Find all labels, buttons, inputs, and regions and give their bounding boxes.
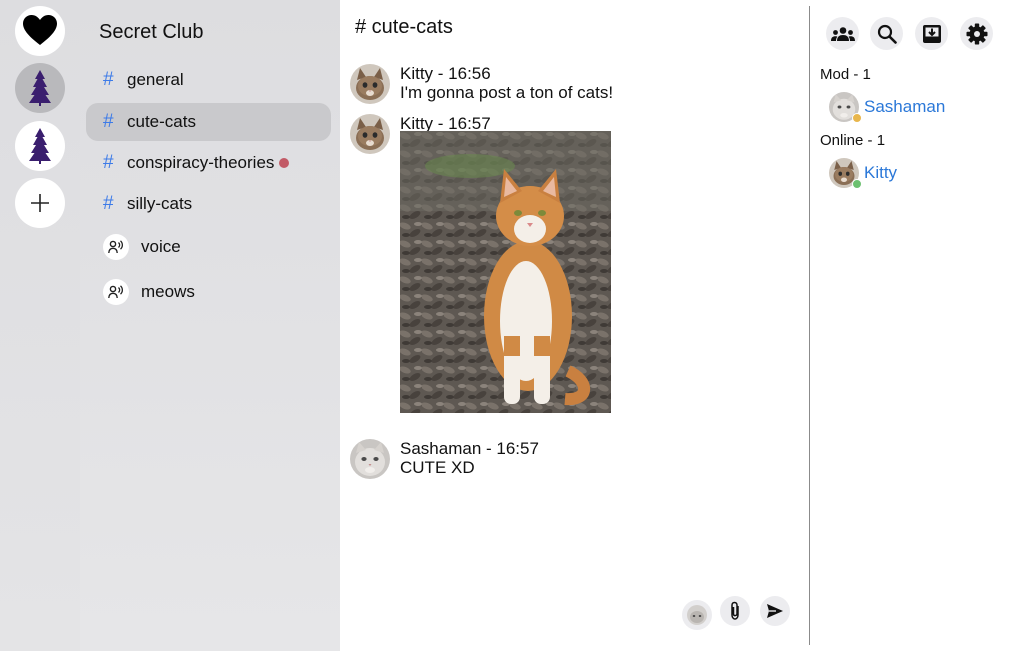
channel-cute-cats[interactable]: # cute-cats bbox=[86, 103, 331, 141]
voice-channel-icon bbox=[103, 279, 129, 305]
inbox-button[interactable] bbox=[915, 17, 948, 50]
cat-photo[interactable] bbox=[400, 131, 611, 413]
avatar[interactable] bbox=[350, 439, 390, 479]
avatar bbox=[829, 92, 862, 123]
hash-icon: # bbox=[103, 193, 114, 214]
member-name: Sashaman bbox=[864, 97, 946, 116]
channel-label: meows bbox=[141, 282, 195, 301]
hash-icon: # bbox=[103, 111, 114, 132]
message-header: Kitty - 16:56 bbox=[400, 64, 491, 83]
pine-tree-icon bbox=[29, 70, 51, 106]
send-button[interactable] bbox=[760, 596, 790, 626]
voice-channel-icon bbox=[103, 234, 129, 260]
members-button[interactable] bbox=[826, 17, 859, 50]
settings-button[interactable] bbox=[960, 17, 993, 50]
status-indicator bbox=[852, 179, 862, 189]
search-icon bbox=[877, 24, 897, 44]
attach-button[interactable] bbox=[720, 596, 750, 626]
message-text: CUTE XD bbox=[400, 458, 475, 477]
member-group-label: Mod - 1 bbox=[820, 66, 871, 83]
paperclip-icon bbox=[731, 601, 739, 620]
heart-icon bbox=[23, 15, 57, 45]
server-tree-2[interactable] bbox=[15, 121, 65, 171]
channel-silly-cats[interactable]: # silly-cats bbox=[86, 185, 331, 223]
member-kitty[interactable]: Kitty bbox=[829, 158, 1009, 189]
avatar-icon bbox=[687, 605, 707, 625]
channel-label: cute-cats bbox=[127, 112, 196, 131]
avatar[interactable] bbox=[350, 114, 390, 154]
channel-sidebar: Secret Club # general # cute-cats # cons… bbox=[80, 0, 340, 651]
chat-area: # cute-cats Kitty - 16:56 I'm gonna post… bbox=[340, 0, 809, 651]
message-header: Sashaman - 16:57 bbox=[400, 439, 539, 458]
gear-icon bbox=[966, 23, 987, 44]
avatar-picker-button[interactable] bbox=[682, 600, 712, 630]
channel-conspiracy-theories[interactable]: # conspiracy-theories bbox=[86, 144, 331, 182]
status-indicator bbox=[852, 113, 862, 123]
pine-tree-icon bbox=[29, 128, 51, 164]
message-text: I'm gonna post a ton of cats! bbox=[400, 83, 614, 102]
members-icon bbox=[830, 26, 855, 41]
unread-dot bbox=[279, 158, 290, 168]
channel-voice[interactable]: voice bbox=[86, 228, 331, 266]
search-button[interactable] bbox=[870, 17, 903, 50]
server-tree-1[interactable] bbox=[15, 63, 65, 113]
member-sashaman[interactable]: Sashaman bbox=[829, 92, 1009, 123]
server-name: Secret Club bbox=[99, 21, 204, 43]
channel-label: voice bbox=[141, 237, 181, 256]
plus-icon bbox=[31, 194, 49, 212]
hash-icon: # bbox=[103, 152, 114, 173]
member-group-label: Online - 1 bbox=[820, 132, 886, 149]
member-list: Mod - 1 Sashaman Online - 1 Kitty bbox=[810, 0, 1015, 651]
inbox-icon bbox=[922, 24, 941, 43]
channel-general[interactable]: # general bbox=[86, 61, 331, 99]
send-icon bbox=[767, 604, 783, 618]
server-heart[interactable] bbox=[15, 6, 65, 56]
server-rail bbox=[0, 0, 80, 651]
channel-label: conspiracy-theories bbox=[127, 153, 275, 172]
channel-meows[interactable]: meows bbox=[86, 273, 331, 311]
channel-label: silly-cats bbox=[127, 194, 193, 213]
channel-title: # cute-cats bbox=[355, 16, 453, 38]
avatar[interactable] bbox=[350, 64, 390, 104]
channel-label: general bbox=[127, 70, 184, 89]
add-server-button[interactable] bbox=[15, 178, 65, 228]
member-name: Kitty bbox=[864, 163, 898, 182]
avatar bbox=[829, 158, 862, 189]
hash-icon: # bbox=[103, 69, 114, 90]
